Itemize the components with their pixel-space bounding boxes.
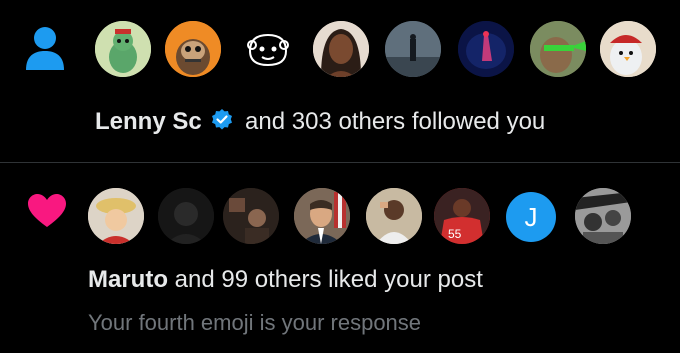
liker-avatar-5[interactable]: [366, 188, 422, 244]
follower-avatar-4[interactable]: [313, 21, 369, 77]
liker-avatar-2[interactable]: [158, 188, 214, 244]
liker-avatar-8[interactable]: [575, 188, 631, 244]
follower-avatar-6[interactable]: [458, 21, 514, 77]
liker-avatar-1[interactable]: [88, 188, 144, 244]
follower-avatar-3[interactable]: [240, 21, 296, 77]
liker-avatar-3[interactable]: [223, 188, 279, 244]
follow-summary: Lenny Sc and 303 others followed you: [95, 108, 545, 139]
svg-text:55: 55: [448, 227, 462, 241]
liker-avatar-6[interactable]: 55: [434, 188, 490, 244]
follower-avatar-5[interactable]: [385, 21, 441, 77]
follow-actor-name[interactable]: Lenny Sc: [95, 108, 202, 135]
like-actor-name[interactable]: Maruto: [88, 266, 168, 293]
person-icon: [24, 26, 66, 77]
avatar-initial: J: [524, 201, 538, 232]
follower-avatar-2[interactable]: [165, 21, 221, 77]
verified-badge-icon: [210, 108, 234, 139]
follower-avatar-1[interactable]: [95, 21, 151, 77]
follower-avatar-8[interactable]: [600, 21, 656, 77]
like-summary: Maruto and 99 others liked your post: [88, 266, 483, 294]
liker-avatar-7[interactable]: J: [506, 192, 556, 242]
follower-avatar-7[interactable]: [530, 21, 586, 77]
post-preview[interactable]: Your fourth emoji is your response: [88, 310, 421, 336]
notification-divider: [0, 162, 680, 163]
heart-icon: [27, 193, 67, 234]
like-text: and 99 others liked your post: [174, 266, 483, 293]
liker-avatar-4[interactable]: [294, 188, 350, 244]
follow-text: and 303 others followed you: [245, 108, 546, 135]
